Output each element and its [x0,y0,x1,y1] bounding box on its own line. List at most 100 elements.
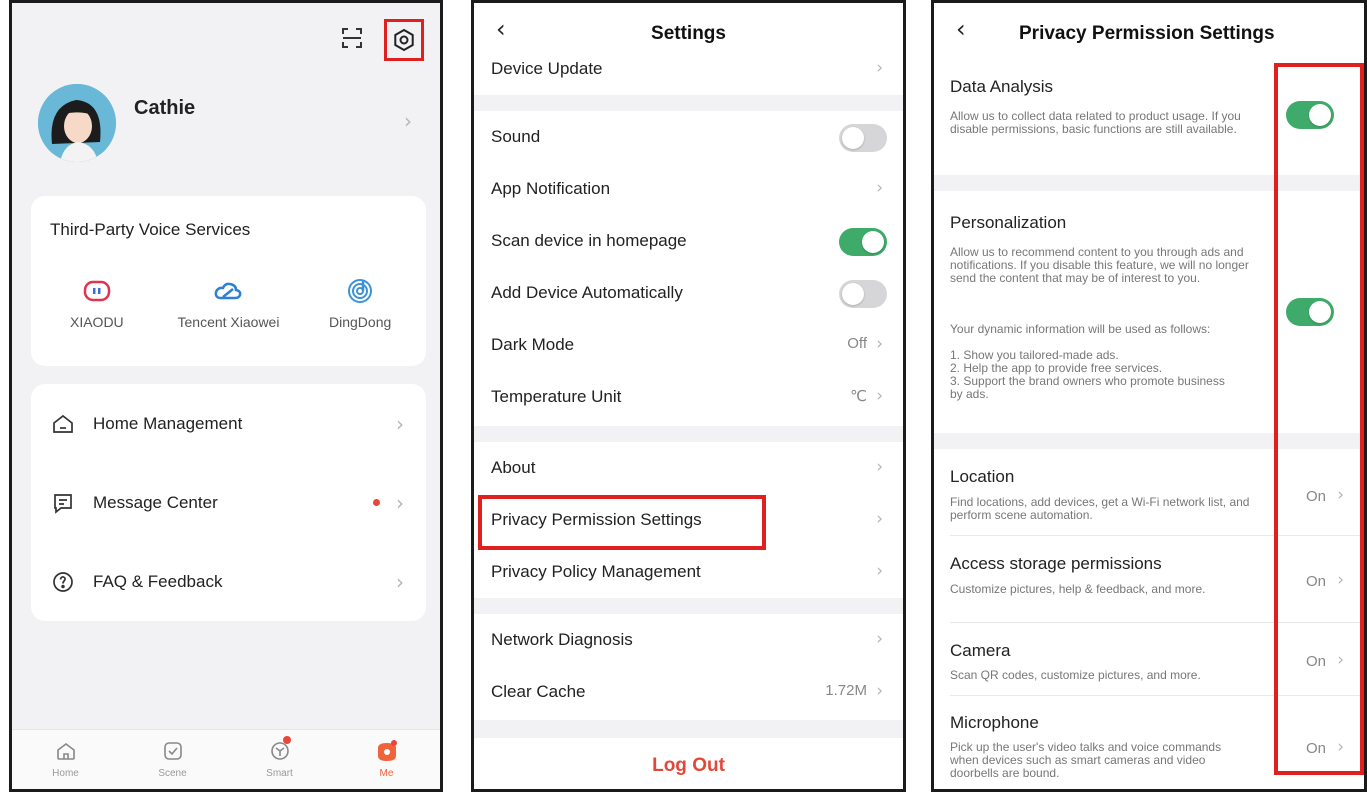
voice-services-title: Third-Party Voice Services [50,220,251,239]
highlight-box [1274,63,1364,775]
storage-title: Access storage permissions [950,554,1162,573]
gear-icon [394,28,414,52]
back-arrow-icon[interactable]: ‹ [956,15,966,43]
microphone-desc: Pick up the user's video talks and voice… [950,740,1222,780]
location-title: Location [950,467,1015,486]
voice-service-label: DingDong [329,314,392,330]
profile-name: Cathie [134,96,196,119]
row-dark-mode[interactable]: Dark Mode Off › [474,319,903,371]
row-scan-device: Scan device in homepage [474,215,903,267]
dark-mode-value: Off [847,335,867,352]
scan-device-toggle[interactable] [839,228,887,256]
row-label: About [491,458,536,477]
chevron-right-icon: › [876,509,883,529]
home-icon [56,743,75,760]
chevron-right-icon: › [404,109,412,133]
menu-item-home-management[interactable]: Home Management › [31,384,426,463]
me-icon [377,740,397,761]
row-label: Network Diagnosis [491,630,633,649]
data-analysis-desc: Allow us to collect data related to prod… [950,109,1241,136]
privacy-screen: ‹ Privacy Permission Settings Data Analy… [931,0,1367,792]
camera-title: Camera [950,641,1011,660]
row-clear-cache[interactable]: Clear Cache 1.72M › [474,666,903,718]
menu-item-label: Home Management [93,413,243,433]
section-gap [474,426,903,442]
chevron-right-icon: › [876,58,883,78]
row-label: Privacy Policy Management [491,562,701,581]
nav-smart[interactable]: Smart [245,736,315,779]
row-privacy-policy[interactable]: Privacy Policy Management › [474,546,903,598]
logout-button[interactable]: Log Out [474,738,903,789]
smart-badge-dot [282,736,291,744]
voice-service-label: XIAODU [69,314,124,330]
voice-service-tencent[interactable]: Tencent Xiaowei [173,276,283,330]
xiaodu-icon [83,280,111,302]
nav-label: Me [379,768,394,779]
voice-service-dingdong[interactable]: DingDong [305,276,415,330]
settings-screen: Device Update › ‹ Settings Sound App Not… [471,0,906,792]
cloud-icon [215,282,242,300]
row-temperature-unit[interactable]: Temperature Unit ℃ › [474,371,903,423]
question-icon [53,571,73,592]
menu-card: Home Management › Message Center › FAQ &… [31,384,426,621]
nav-label: Home [52,768,79,779]
privacy-header: ‹ Privacy Permission Settings [934,3,1364,53]
row-label: Dark Mode [491,335,575,354]
row-label: Sound [491,127,541,146]
highlight-box [478,495,766,550]
storage-desc: Customize pictures, help & feedback, and… [950,582,1206,596]
voice-service-xiaodu[interactable]: XIAODU [42,276,152,330]
settings-header: ‹ Settings [474,3,903,53]
profile-row[interactable]: Cathie › [38,83,420,163]
message-icon [54,493,72,514]
me-screen: Cathie › Third-Party Voice Services XIAO… [9,0,443,792]
chevron-right-icon: › [396,570,404,594]
nav-label: Smart [266,768,293,779]
row-sound: Sound [474,111,903,163]
personalization-desc: Allow us to recommend content to you thr… [950,245,1249,285]
chevron-right-icon: › [876,334,883,354]
settings-gear-button[interactable] [384,19,424,61]
page-title: Settings [651,23,726,44]
row-label: Clear Cache [491,682,586,701]
menu-item-faq-feedback[interactable]: FAQ & Feedback › [31,542,426,621]
personalization-usage-intro: Your dynamic information will be used as… [950,322,1211,336]
row-about[interactable]: About › [474,442,903,494]
top-icons [340,19,424,61]
menu-item-label: FAQ & Feedback [93,571,223,591]
section-gap [474,720,903,738]
chevron-right-icon: › [876,561,883,581]
unread-dot [373,499,380,506]
row-app-notification[interactable]: App Notification › [474,163,903,215]
section-gap [474,598,903,614]
menu-item-message-center[interactable]: Message Center › [31,463,426,542]
chevron-right-icon: › [396,412,404,436]
bottom-nav: Home Scene Smart Me [12,729,440,789]
data-analysis-title: Data Analysis [950,77,1053,96]
nav-me[interactable]: Me [352,738,422,779]
scan-icon[interactable] [340,26,364,55]
row-label: Device Update [491,59,603,78]
row-label: Scan device in homepage [491,231,687,250]
dingdong-icon [348,279,373,303]
avatar [38,84,116,162]
temperature-unit-value: ℃ [850,388,867,405]
chevron-right-icon: › [876,178,883,198]
row-network-diagnosis[interactable]: Network Diagnosis › [474,614,903,666]
nav-scene[interactable]: Scene [138,738,208,779]
section-gap [474,95,903,111]
nav-label: Scene [158,768,187,779]
row-label: Temperature Unit [491,387,622,406]
row-add-device-auto: Add Device Automatically [474,267,903,319]
add-device-auto-toggle[interactable] [839,280,887,308]
menu-item-label: Message Center [93,492,218,512]
nav-home[interactable]: Home [31,738,101,779]
sound-toggle[interactable] [839,124,887,152]
chevron-right-icon: › [876,386,883,406]
chevron-right-icon: › [876,457,883,477]
personalization-title: Personalization [950,213,1067,232]
voice-services-card: Third-Party Voice Services XIAODU Tencen… [31,196,426,366]
row-label: App Notification [491,179,611,198]
voice-service-label: Tencent Xiaowei [177,314,280,330]
page-title: Privacy Permission Settings [1019,23,1275,44]
